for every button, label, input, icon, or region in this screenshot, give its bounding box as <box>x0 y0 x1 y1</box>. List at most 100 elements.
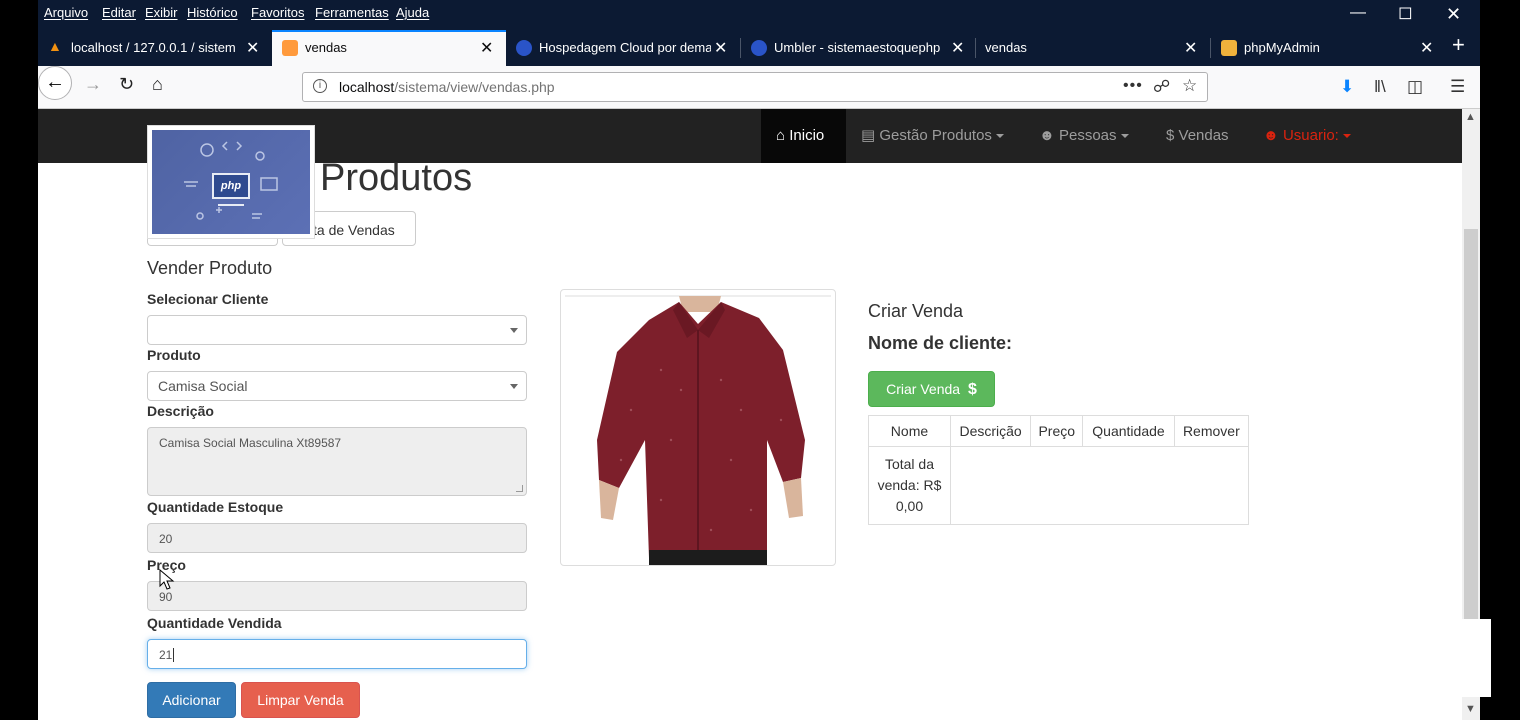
tab-title: vendas <box>305 40 347 55</box>
nav-button[interactable] <box>147 239 278 246</box>
produto-label: Produto <box>147 347 201 363</box>
library-icon[interactable]: ‖\ <box>1374 77 1386 97</box>
nav-gestao-produtos[interactable]: ▤ Gestão Produtos <box>846 109 1019 163</box>
total-line: venda: R$ <box>877 477 942 493</box>
client-name-label: Nome de cliente: <box>868 333 1013 353</box>
adicionar-button[interactable]: Adicionar <box>147 682 236 718</box>
close-icon[interactable]: ✕ <box>951 38 964 58</box>
tab-hospedagem[interactable]: Hospedagem Cloud por dema ✕ <box>506 30 740 66</box>
page-viewport: ⌂ Inicio ▤ Gestão Produtos ☻ Pessoas $ V… <box>38 109 1462 720</box>
tab-umbler[interactable]: Umbler - sistemaestoquephp ✕ <box>741 30 975 66</box>
empty-cell <box>949 446 1250 525</box>
download-icon[interactable]: ⬇ <box>1340 77 1354 97</box>
page-actions-icon[interactable]: ••• <box>1123 77 1143 95</box>
sidebar-icon[interactable]: ◫ <box>1407 77 1423 97</box>
form-title: Vender Produto <box>147 258 273 278</box>
estoque-label: Quantidade Estoque <box>147 499 284 515</box>
total-value: 0,00 <box>895 498 924 514</box>
close-icon[interactable]: ✕ <box>246 38 259 58</box>
tab-title: Umbler - sistemaestoquephp <box>774 40 941 55</box>
php-logo-text: php <box>212 173 250 199</box>
cliente-select[interactable] <box>147 315 527 345</box>
estoque-input[interactable]: 20 <box>147 523 527 553</box>
logo: php <box>147 125 315 239</box>
url-bar[interactable]: i localhost/sistema/view/vendas.php ••• … <box>302 72 1208 102</box>
menu-ferramentas[interactable]: Ferramentas <box>315 5 389 20</box>
tab-vendas-active[interactable]: vendas ✕ <box>272 30 506 66</box>
nav-pessoas-label: Pessoas <box>1058 127 1117 144</box>
col-quantidade: Quantidade <box>1082 415 1175 447</box>
overlay-panel <box>1418 619 1491 697</box>
umbler-icon <box>516 40 532 56</box>
nav-usuario[interactable]: ☻ Usuario: <box>1248 109 1366 163</box>
vendida-label: Quantidade Vendida <box>147 615 282 631</box>
forward-icon[interactable]: → <box>84 74 102 95</box>
scroll-up-icon[interactable]: ▲ <box>1465 111 1476 123</box>
nav-pessoas[interactable]: ☻ Pessoas <box>1024 109 1144 163</box>
tab-title: Hospedagem Cloud por dema <box>539 40 711 55</box>
pocket-icon[interactable]: ☍ <box>1153 77 1170 97</box>
close-icon[interactable]: ✕ <box>1184 38 1197 58</box>
scroll-down-icon[interactable]: ▼ <box>1465 703 1476 715</box>
sale-table: Nome Descrição Preço Quantidade Remover … <box>868 415 1250 525</box>
info-icon[interactable]: i <box>313 79 327 93</box>
sale-title: Criar Venda <box>868 301 964 321</box>
produto-select-value: Camisa Social <box>158 378 248 394</box>
close-icon[interactable]: ✕ <box>480 38 493 58</box>
back-icon[interactable]: ← <box>38 66 72 100</box>
nav-inicio-label: Inicio <box>789 127 825 144</box>
shirt-image <box>565 295 831 565</box>
close-window-icon[interactable]: ✕ <box>1446 4 1461 25</box>
maximize-icon[interactable]: ◻ <box>1398 2 1413 23</box>
menu-hamburger-icon[interactable]: ☰ <box>1450 77 1465 97</box>
scroll-thumb[interactable] <box>1464 229 1478 619</box>
logo-image: php <box>152 130 310 234</box>
chevron-down-icon <box>995 134 1004 139</box>
chevron-down-icon <box>510 384 518 389</box>
nav-inicio[interactable]: ⌂ Inicio <box>761 109 846 163</box>
nav-gestao-label: Gestão Produtos <box>879 127 992 144</box>
estoque-value: 20 <box>159 532 173 546</box>
screen-border <box>1480 0 1520 720</box>
chevron-down-icon <box>1120 134 1129 139</box>
descricao-textarea[interactable]: Camisa Social Masculina Xt89587 <box>147 427 527 496</box>
descricao-label: Descrição <box>147 403 214 419</box>
nav-vendas[interactable]: $ Vendas <box>1151 109 1244 163</box>
new-tab-icon[interactable]: + <box>1452 32 1465 58</box>
bookmark-star-icon[interactable]: ☆ <box>1182 76 1197 96</box>
user-icon: ☻ <box>1039 127 1055 144</box>
col-preco: Preço <box>1030 415 1084 447</box>
produto-select[interactable]: Camisa Social <box>147 371 527 401</box>
menu-ajuda[interactable]: Ajuda <box>396 5 429 20</box>
preco-input[interactable]: 90 <box>147 581 527 611</box>
page-title: Produtos <box>320 157 473 199</box>
quantidade-vendida-input[interactable]: 21 <box>147 639 527 669</box>
menu-editar[interactable]: Editar <box>102 5 136 20</box>
menu-arquivo[interactable]: Arquivo <box>44 5 88 20</box>
reload-icon[interactable]: ↻ <box>119 74 134 95</box>
home-icon[interactable]: ⌂ <box>152 74 163 95</box>
total-line: Total da <box>884 456 934 472</box>
umbler-icon <box>751 40 767 56</box>
criar-venda-button[interactable]: Criar Venda $ <box>868 371 995 407</box>
cliente-label: Selecionar Cliente <box>147 291 269 307</box>
browser-window: Arquivo Editar Exibir Histórico Favorito… <box>38 0 1480 720</box>
menu-exibir[interactable]: Exibir <box>145 5 178 20</box>
tab-vendas[interactable]: vendas ✕ <box>976 30 1210 66</box>
close-icon[interactable]: ✕ <box>1420 38 1433 58</box>
home-icon: ⌂ <box>776 127 786 144</box>
limpar-venda-button[interactable]: Limpar Venda <box>241 682 360 718</box>
nav-vendas-label: Vendas <box>1178 127 1229 144</box>
menu-favoritos[interactable]: Favoritos <box>251 5 304 20</box>
close-icon[interactable]: ✕ <box>714 38 727 58</box>
tab-title: vendas <box>985 40 1027 55</box>
tab-phpmyadmin[interactable]: phpMyAdmin ✕ <box>1211 30 1445 66</box>
menu-historico[interactable]: Histórico <box>187 5 238 20</box>
minimize-icon[interactable]: — <box>1350 4 1366 22</box>
text-caret <box>173 648 175 662</box>
chevron-down-icon <box>1342 134 1351 139</box>
total-cell: Total da venda: R$ 0,00 <box>868 446 951 525</box>
resize-grip-icon[interactable] <box>516 485 523 492</box>
dollar-icon: $ <box>967 381 977 398</box>
tab-phpmyadmin-localhost[interactable]: ▲ localhost / 127.0.0.1 / sistema ✕ <box>38 30 272 66</box>
